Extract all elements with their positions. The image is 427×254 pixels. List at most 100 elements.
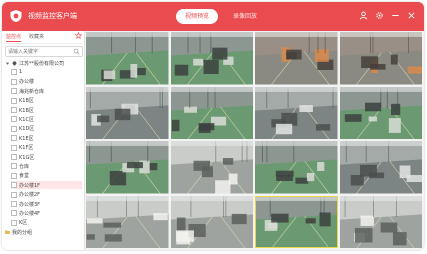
- tree-node[interactable]: 办公楼3F: [11, 200, 82, 208]
- camera-frame: [170, 86, 253, 139]
- camera-feed[interactable]: [255, 32, 338, 85]
- tree-node-label: K1C区: [19, 116, 34, 123]
- folder-icon: [5, 230, 10, 235]
- camera-feed[interactable]: [170, 32, 253, 85]
- close-icon[interactable]: [407, 11, 416, 20]
- sidebar-tab-monitor-points[interactable]: 监控点: [6, 33, 22, 42]
- tree-node-label: K1D区: [19, 126, 35, 133]
- tree-node[interactable]: 办公楼4F: [11, 209, 82, 217]
- tab-video-preview[interactable]: 视频预览: [176, 9, 219, 24]
- search-box: [5, 46, 83, 57]
- tree-checkbox[interactable]: [11, 219, 17, 226]
- camera-feed[interactable]: [86, 86, 169, 139]
- camera-frame: [339, 141, 422, 194]
- tree-node-label: 办公楼2F: [19, 192, 41, 199]
- tree-checkbox[interactable]: [11, 191, 17, 198]
- tree-node-label: 办公楼3F: [19, 201, 41, 208]
- tree-node-label: 我的分组: [12, 229, 33, 236]
- camera-feed[interactable]: [339, 86, 422, 139]
- sidebar-tab-favorites[interactable]: 收藏夹: [29, 33, 44, 40]
- camera-feed[interactable]: [170, 141, 253, 194]
- tree-node[interactable]: K1E区: [11, 134, 82, 142]
- tree-checkbox[interactable]: [11, 144, 17, 151]
- shield-logo-icon: [10, 10, 22, 22]
- camera-feed[interactable]: [339, 32, 422, 85]
- camera-frame: [86, 195, 169, 248]
- tree-node[interactable]: 仓库: [11, 162, 82, 170]
- user-icon[interactable]: [359, 11, 368, 20]
- tree-node-label: K1B区: [19, 98, 34, 105]
- settings-icon[interactable]: [375, 11, 384, 20]
- camera-frame: [255, 32, 338, 85]
- tree-node[interactable]: K1D区: [11, 125, 82, 133]
- tree-node[interactable]: K1C区: [11, 115, 82, 123]
- tree-checkbox[interactable]: [11, 210, 17, 217]
- camera-feed[interactable]: [170, 195, 253, 248]
- tree-checkbox[interactable]: [11, 182, 17, 189]
- camera-frame: [170, 141, 253, 194]
- tree-node[interactable]: K1F区: [11, 144, 82, 152]
- camera-frame: [86, 141, 169, 194]
- camera-frame: [255, 141, 338, 194]
- tree-checkbox[interactable]: [11, 154, 17, 160]
- star-icon[interactable]: [75, 32, 82, 39]
- tree-checkbox[interactable]: [11, 201, 17, 207]
- minimize-icon[interactable]: [391, 11, 400, 20]
- tree-node-label: 仓库: [19, 163, 30, 170]
- camera-frame: [86, 86, 169, 139]
- tree-node-label: K1B区: [19, 107, 34, 114]
- camera-feed[interactable]: [255, 195, 338, 248]
- tree-node-label: 办公楼: [19, 79, 35, 86]
- tree-checkbox[interactable]: [11, 125, 17, 132]
- location-pin-icon: [12, 60, 17, 66]
- tree-checkbox[interactable]: [11, 107, 17, 113]
- tree-node[interactable]: 1: [11, 68, 82, 76]
- tree-node[interactable]: 办公楼1F: [11, 181, 82, 190]
- expand-caret-icon[interactable]: [5, 61, 10, 66]
- tree-node[interactable]: K1B区: [11, 106, 82, 114]
- tree-node[interactable]: 办公楼2F: [11, 191, 82, 199]
- camera-feed[interactable]: [170, 86, 253, 139]
- tree-checkbox[interactable]: [11, 69, 17, 76]
- camera-frame: [86, 32, 169, 85]
- app-title: 视频监控客户端: [28, 12, 77, 20]
- camera-feed[interactable]: [86, 32, 169, 85]
- tree-node-label: 办公楼1F: [19, 182, 41, 189]
- camera-feed[interactable]: [339, 195, 422, 248]
- tree-node[interactable]: K1B区: [11, 97, 82, 105]
- tree-checkbox[interactable]: [11, 135, 17, 142]
- tree-node-label: 海兆新仓库: [19, 88, 45, 95]
- search-input[interactable]: [8, 47, 70, 56]
- tab-playback[interactable]: 录像回放: [224, 9, 266, 24]
- tree-node[interactable]: K区: [11, 219, 82, 227]
- camera-feed[interactable]: [86, 195, 169, 248]
- camera-frame: [339, 32, 422, 85]
- tree-checkbox[interactable]: [11, 88, 17, 95]
- camera-feed[interactable]: [86, 141, 169, 194]
- tree-checkbox[interactable]: [11, 78, 17, 85]
- tree-node[interactable]: 海兆新仓库: [11, 87, 82, 95]
- camera-feed[interactable]: [339, 141, 422, 194]
- tree-checkbox[interactable]: [11, 116, 17, 123]
- camera-frame: [170, 195, 253, 248]
- search-icon[interactable]: [73, 48, 80, 55]
- header-tabs: 视频预览 录像回放: [176, 9, 266, 24]
- tree-checkbox[interactable]: [11, 163, 17, 170]
- tree-checkbox[interactable]: [11, 172, 17, 179]
- tree-node[interactable]: 我的分组: [5, 228, 82, 236]
- header-icons: [359, 11, 416, 20]
- camera-frame: [255, 195, 338, 248]
- tree-node[interactable]: 食堂: [11, 172, 82, 180]
- tree-checkbox[interactable]: [11, 97, 17, 104]
- camera-feed[interactable]: [255, 141, 338, 194]
- camera-feed[interactable]: [255, 86, 338, 139]
- tree-node[interactable]: K1G区: [11, 153, 82, 161]
- tree-node-label: 江苏**股份有限公司: [19, 60, 65, 67]
- tree-node[interactable]: 江苏**股份有限公司: [5, 59, 82, 67]
- tree-node-label: 食堂: [19, 173, 30, 180]
- sidebar-tabs: 监控点 收藏夹: [5, 32, 82, 44]
- tree-node-label: 1: [19, 69, 23, 76]
- tree-node-label: K1F区: [19, 145, 34, 152]
- app-window: 视频监控客户端 视频预览 录像回放 监控点 收藏夹 请输入关键字 江苏**股份有…: [2, 2, 424, 250]
- tree-node[interactable]: 办公楼: [11, 78, 82, 86]
